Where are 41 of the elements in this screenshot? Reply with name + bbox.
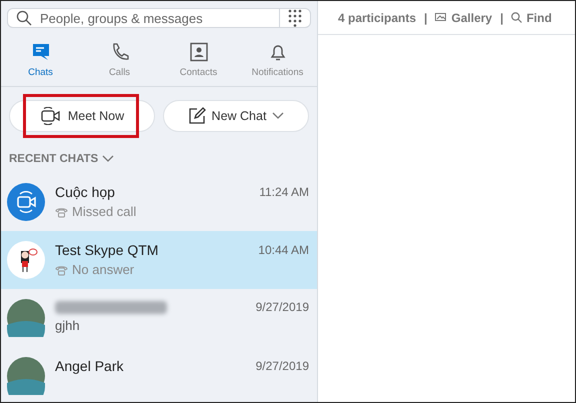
nav-tab[interactable]: Calls xyxy=(80,42,159,78)
contact-name: Cuộc họp xyxy=(55,184,115,200)
search-icon xyxy=(511,12,522,23)
chat-preview: Missed call xyxy=(72,204,136,219)
separator: | xyxy=(500,10,504,24)
chat-time: 9/27/2019 xyxy=(256,300,309,314)
chat-list-item[interactable]: 9/27/2019 gjhh xyxy=(1,289,317,347)
photo-placeholder xyxy=(7,299,45,337)
chat-time: 9/27/2019 xyxy=(256,359,309,373)
nav-tab[interactable]: Notifications xyxy=(238,42,317,78)
chat-list-item[interactable]: Test Skype QTM 10:44 AM No answer xyxy=(1,231,317,289)
nav-tab[interactable]: Contacts xyxy=(159,42,238,78)
dialpad-icon[interactable] xyxy=(288,9,302,27)
gallery-icon xyxy=(435,12,448,22)
find-link[interactable]: Find xyxy=(511,10,552,24)
gallery-link[interactable]: Gallery xyxy=(435,10,492,24)
photo-placeholder xyxy=(7,357,45,395)
meet-now-button[interactable]: Meet Now xyxy=(9,100,155,132)
search-icon xyxy=(16,10,32,26)
participants-count[interactable]: 4 participants xyxy=(338,10,416,24)
section-heading: RECENT CHATS xyxy=(9,153,98,165)
chat-bubble-icon xyxy=(30,42,50,62)
chat-list-item[interactable]: Angel Park 9/27/2019 xyxy=(1,347,317,402)
contact-name: Test Skype QTM xyxy=(55,242,158,258)
cartoon-avatar-drawing xyxy=(7,241,45,279)
contact-name: Angel Park xyxy=(55,358,124,374)
search-field[interactable]: People, groups & messages xyxy=(7,8,311,28)
meeting-avatar-icon xyxy=(7,183,45,221)
chat-time: 10:44 AM xyxy=(258,243,309,257)
contact-card-icon xyxy=(188,42,208,62)
chat-preview: gjhh xyxy=(55,318,80,333)
chat-list-item[interactable]: Cuộc họp 11:24 AM Missed call xyxy=(1,173,317,231)
new-chat-button[interactable]: New Chat xyxy=(163,100,309,132)
video-camera-icon xyxy=(40,107,62,125)
chat-time: 11:24 AM xyxy=(259,185,309,199)
pencil-square-icon xyxy=(188,107,206,125)
caret-icon[interactable] xyxy=(272,112,284,120)
chevron-down-icon[interactable] xyxy=(102,155,114,163)
nav-tab[interactable]: Chats xyxy=(1,42,80,78)
separator: | xyxy=(424,10,428,24)
chat-preview: No answer xyxy=(72,262,134,277)
